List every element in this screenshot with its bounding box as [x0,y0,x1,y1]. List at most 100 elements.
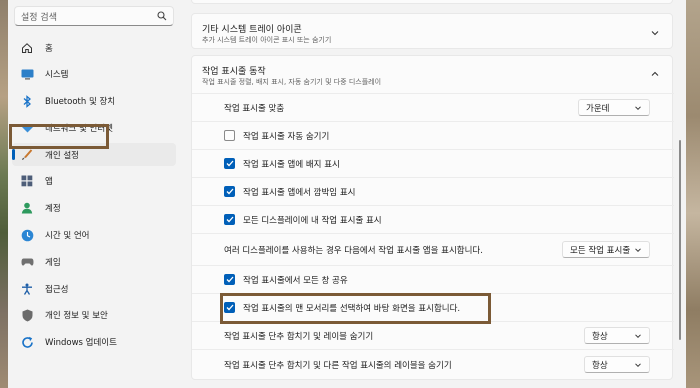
row-all-displays[interactable]: 모든 디스플레이에 내 작업 표시줄 표시 [192,205,674,233]
row-badges[interactable]: 작업 표시줄 앱에 배지 표시 [192,149,674,177]
home-icon [20,41,34,55]
sidebar-item-apps[interactable]: 앱 [12,170,176,193]
desktop-wallpaper-right [686,0,700,388]
chevron-up-icon[interactable] [650,69,660,79]
main-content: 기타 시스템 트레이 아이콘 추가 시스템 트레이 아이콘 표시 또는 숨기기 … [191,0,686,388]
show-desktop-checkbox[interactable] [224,302,235,313]
checkbox-label: 작업 표시줄에서 모든 창 공유 [243,275,348,286]
gamepad-icon [20,255,34,269]
search-box[interactable]: 설정 검색 [14,6,174,26]
account-icon [20,201,34,215]
monitor-icon [20,67,34,81]
sidebar-item-label: 홈 [45,43,53,54]
chevron-down-icon [635,247,641,252]
chevron-down-icon[interactable] [650,28,660,38]
sidebar-item-label: Bluetooth 및 장치 [45,97,116,108]
combine-other-label: 작업 표시줄 단추 합치기 및 다른 작업 표시줄의 레이블을 숨기기 [224,361,452,371]
sidebar-item-network[interactable]: 네트워크 및 인터넷 [12,116,176,139]
row-combine: 작업 표시줄 단추 합치기 및 레이블 숨기기 항상 [192,321,674,349]
sidebar-item-label: 시스템 [45,70,69,81]
scrollbar-thumb[interactable] [679,140,681,340]
checkbox-label: 작업 표시줄 앱에서 깜박임 표시 [243,187,356,198]
checkmark-icon [226,160,233,167]
sidebar-item-windows-update[interactable]: Windows 업데이트 [12,331,176,354]
sidebar-item-gaming[interactable]: 게임 [12,250,176,273]
chevron-down-icon [635,105,641,110]
settings-window: 설정 검색 홈 시스템 Bluetooth 및 장치 네트워크 및 인터넷 개인… [8,0,686,388]
sidebar-nav: 홈 시스템 Bluetooth 및 장치 네트워크 및 인터넷 개인 설정 앱 … [12,36,176,358]
sidebar-item-home[interactable]: 홈 [12,36,176,59]
row-combine-other: 작업 표시줄 단추 합치기 및 다른 작업 표시줄의 레이블을 숨기기 항상 [192,349,674,380]
apps-icon [20,174,34,188]
card-title: 작업 표시줄 동작 [202,67,266,77]
sidebar-item-label: 시간 및 언어 [45,231,90,242]
row-alignment: 작업 표시줄 맞춤 가운데 [192,93,674,121]
all-displays-checkbox[interactable] [224,214,235,225]
dropdown-value: 항상 [592,331,608,342]
checkmark-icon [226,188,233,195]
sidebar-item-time-language[interactable]: 시간 및 언어 [12,224,176,247]
sidebar-item-label: 앱 [45,177,53,188]
row-autohide[interactable]: 작업 표시줄 자동 숨기기 [192,121,674,149]
sidebar-item-label: 계정 [45,204,61,215]
chevron-down-icon [635,333,641,338]
sidebar-item-label: 접근성 [45,284,69,295]
active-indicator [12,149,15,161]
row-share-window[interactable]: 작업 표시줄에서 모든 창 공유 [192,265,674,293]
checkbox-label: 모든 디스플레이에 내 작업 표시줄 표시 [243,215,382,226]
checkmark-icon [226,304,233,311]
accessibility-icon [20,282,34,296]
card-subtitle: 추가 시스템 트레이 아이콘 표시 또는 숨기기 [202,36,332,44]
content-scrollbar[interactable] [679,40,682,370]
sidebar-item-label: Windows 업데이트 [45,338,117,349]
sidebar-item-privacy[interactable]: 개인 정보 및 보안 [12,304,176,327]
checkbox-label: 작업 표시줄 앱에 배지 표시 [243,159,340,170]
combine-dropdown[interactable]: 항상 [584,327,650,344]
card-taskbar-behaviors: 작업 표시줄 동작 작업 표시줄 정렬, 배지 표시, 자동 숨기기 및 다중 … [191,55,674,380]
checkmark-icon [226,276,233,283]
sidebar-item-label: 개인 설정 [45,150,79,161]
row-show-desktop[interactable]: 작업 표시줄의 맨 모서리를 선택하여 바탕 화면을 표시합니다. [192,293,674,321]
shield-icon [20,308,34,322]
paintbrush-icon [20,148,34,162]
sidebar-item-accessibility[interactable]: 접근성 [12,277,176,300]
sidebar-item-bluetooth[interactable]: Bluetooth 및 장치 [12,90,176,113]
sidebar-item-accounts[interactable]: 계정 [12,197,176,220]
autohide-checkbox[interactable] [224,130,235,141]
checkbox-label: 작업 표시줄의 맨 모서리를 선택하여 바탕 화면을 표시합니다. [243,303,461,314]
dropdown-value: 가운데 [586,103,610,114]
sidebar-item-system[interactable]: 시스템 [12,63,176,86]
dropdown-value: 모든 작업 표시줄 [570,245,631,256]
badges-checkbox[interactable] [224,158,235,169]
wifi-icon [20,121,34,135]
dropdown-value: 항상 [592,360,608,371]
row-flashing[interactable]: 작업 표시줄 앱에서 깜박임 표시 [192,177,674,205]
alignment-dropdown[interactable]: 가운데 [578,99,650,116]
bluetooth-icon [20,94,34,108]
combine-other-dropdown[interactable]: 항상 [584,356,650,373]
checkbox-label: 작업 표시줄 자동 숨기기 [243,131,330,142]
checkmark-icon [226,216,233,223]
card-subtitle: 작업 표시줄 정렬, 배지 표시, 자동 숨기기 및 다중 디스플레이 [202,78,382,86]
multi-display-label: 여러 디스플레이를 사용하는 경우 다음에서 작업 표시줄 앱을 표시합니다. [224,245,483,256]
combine-label: 작업 표시줄 단추 합치기 및 레이블 숨기기 [224,331,374,342]
search-input[interactable]: 설정 검색 [21,10,57,23]
sidebar-item-personalization[interactable]: 개인 설정 [12,143,176,167]
card-top-partial [191,0,673,4]
sidebar: 설정 검색 홈 시스템 Bluetooth 및 장치 네트워크 및 인터넷 개인… [8,0,180,388]
sidebar-item-label: 게임 [45,257,61,268]
chevron-down-icon [635,362,641,367]
card-tray-icons[interactable]: 기타 시스템 트레이 아이콘 추가 시스템 트레이 아이콘 표시 또는 숨기기 [191,13,673,49]
clock-globe-icon [20,228,34,242]
row-multi-display: 여러 디스플레이를 사용하는 경우 다음에서 작업 표시줄 앱을 표시합니다. … [192,233,674,265]
alignment-label: 작업 표시줄 맞춤 [224,103,285,114]
share-window-checkbox[interactable] [224,274,235,285]
search-icon[interactable] [157,11,167,21]
sidebar-item-label: 네트워크 및 인터넷 [45,123,113,134]
card-title: 기타 시스템 트레이 아이콘 [202,25,302,35]
multi-display-dropdown[interactable]: 모든 작업 표시줄 [562,241,650,258]
sidebar-item-label: 개인 정보 및 보안 [45,311,108,322]
flashing-checkbox[interactable] [224,186,235,197]
desktop-wallpaper-left [0,0,8,388]
update-icon [20,335,34,349]
